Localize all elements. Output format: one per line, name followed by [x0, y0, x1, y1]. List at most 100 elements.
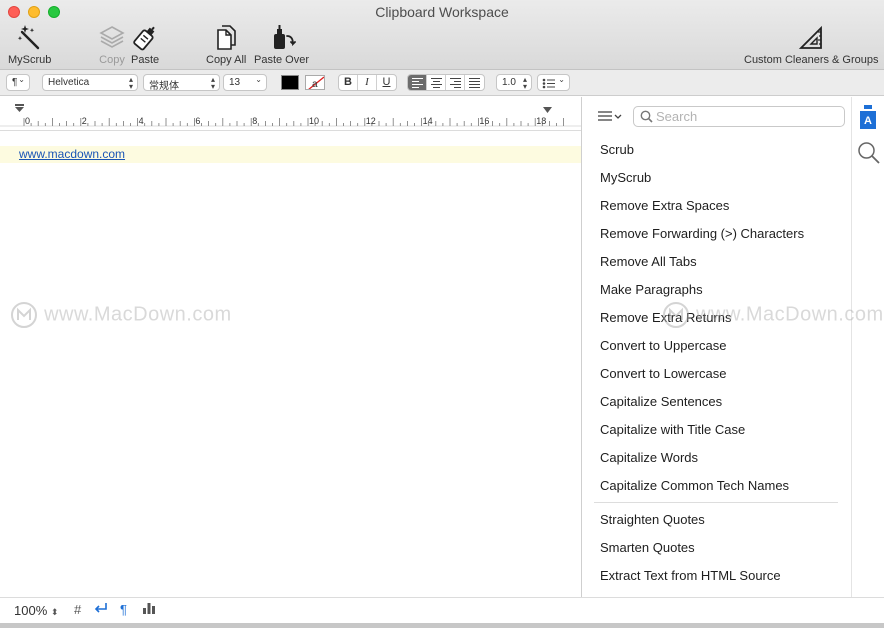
- zoom-value: 100%: [14, 603, 48, 618]
- side-rail: A: [851, 97, 884, 597]
- copy-all-button[interactable]: Copy All: [206, 22, 246, 66]
- justify-button[interactable]: [465, 75, 484, 90]
- chevron-down-icon: ⌄: [18, 75, 25, 84]
- bar-chart-icon: [143, 603, 155, 614]
- return-arrow-icon: [94, 603, 107, 613]
- line-numbers-button[interactable]: #: [74, 602, 81, 617]
- justify-icon: [469, 78, 480, 88]
- copy-stack-icon: [99, 26, 125, 48]
- document-link[interactable]: www.macdown.com: [19, 147, 125, 161]
- cleaner-command-item[interactable]: Capitalize Sentences: [600, 394, 722, 409]
- zoom-popup[interactable]: 100% ⬍: [14, 603, 58, 618]
- underline-button[interactable]: U: [377, 75, 396, 90]
- cleaner-command-item[interactable]: Capitalize Words: [600, 450, 698, 465]
- line-spacing-value: 1.0: [502, 77, 516, 88]
- search-input[interactable]: [656, 108, 841, 125]
- cleaner-command-item[interactable]: Capitalize with Title Case: [600, 422, 745, 437]
- cleaner-command-item[interactable]: Scrub: [600, 142, 634, 157]
- ruler-label: 10: [309, 116, 319, 126]
- triangle-ruler-icon: [799, 25, 823, 49]
- watermark-left: www.MacDown.com: [10, 301, 232, 329]
- window-title: Clipboard Workspace: [375, 4, 509, 20]
- watermark-right: www.MacDown.com: [662, 301, 884, 329]
- text-cleaner-icon: A: [860, 105, 876, 129]
- font-style-popup[interactable]: 常规体 ▴ ▾: [143, 74, 220, 92]
- bullet-list-icon: [542, 78, 555, 89]
- align-center-button[interactable]: [427, 75, 446, 90]
- indent-marker-icon: [15, 104, 24, 112]
- bold-button[interactable]: B: [339, 75, 358, 90]
- text-editor[interactable]: www.macdown.com: [0, 131, 581, 597]
- italic-button[interactable]: I: [358, 75, 377, 90]
- background-color-well[interactable]: a: [305, 75, 325, 90]
- align-left-button[interactable]: [408, 75, 427, 90]
- titlebar: Clipboard Workspace MyScrub Copy Paste C…: [0, 0, 884, 70]
- up-down-arrows-icon: ▴ ▾: [210, 75, 215, 91]
- copy-button[interactable]: Copy: [98, 22, 126, 66]
- ruler-label: 12: [366, 116, 376, 126]
- font-size-value: 13: [229, 77, 241, 88]
- window-bottom-edge: [0, 623, 884, 628]
- list-lines-icon: [598, 111, 622, 121]
- cleaners-tab-button[interactable]: A: [859, 105, 877, 136]
- text-color-well[interactable]: [281, 75, 299, 90]
- ruler-label: 18: [536, 116, 546, 126]
- line-spacing-popup[interactable]: 1.0 ▴ ▾: [496, 74, 532, 91]
- alignment-segmented: [407, 74, 485, 91]
- svg-text:A: A: [864, 115, 872, 127]
- cleaner-command-item[interactable]: Remove Extra Spaces: [600, 198, 729, 213]
- cleaner-command-item[interactable]: Remove All Tabs: [600, 254, 697, 269]
- ruler: 0 2 4 6 8 10 12 14 16 18: [0, 97, 581, 131]
- ruler-label: 16: [479, 116, 489, 126]
- ruler-label: 8: [252, 116, 257, 126]
- glue-bottle-icon: [133, 26, 155, 51]
- myscrub-label: MyScrub: [8, 54, 52, 66]
- paragraph-style-popup[interactable]: ¶ ⌄: [6, 74, 30, 91]
- watermark-text: www.MacDown.com: [696, 303, 884, 326]
- cleaner-command-item[interactable]: Straighten Quotes: [600, 512, 705, 527]
- font-family-value: Helvetica: [48, 77, 90, 88]
- magnifier-icon: [858, 142, 880, 164]
- cleaner-command-item[interactable]: Smarten Quotes: [600, 540, 695, 555]
- statistics-button[interactable]: [143, 602, 155, 617]
- custom-cleaners-button[interactable]: Custom Cleaners & Groups: [744, 22, 879, 66]
- paste-button[interactable]: Paste: [131, 22, 159, 66]
- invisibles-toggle-button[interactable]: ¶: [120, 602, 127, 617]
- align-left-icon: [412, 78, 423, 88]
- cleaner-command-item[interactable]: Convert to Uppercase: [600, 338, 726, 353]
- svg-text:a: a: [312, 79, 318, 90]
- documents-icon: [217, 25, 236, 50]
- search-box[interactable]: [633, 106, 845, 127]
- cleaner-command-item[interactable]: MyScrub: [600, 170, 651, 185]
- cleaner-command-item[interactable]: Capitalize Common Tech Names: [600, 478, 789, 493]
- up-down-arrows-icon: ▴ ▾: [128, 75, 133, 91]
- up-down-arrows-icon: ⬍: [50, 607, 59, 617]
- align-center-icon: [431, 78, 442, 88]
- no-color-icon: a: [308, 76, 324, 90]
- myscrub-button[interactable]: MyScrub: [8, 22, 51, 66]
- cleaner-command-item[interactable]: Extract Text from HTML Source: [600, 568, 781, 583]
- cleaner-command-item[interactable]: Convert to Lowercase: [600, 366, 726, 381]
- ruler-label: 4: [139, 116, 144, 126]
- list-view-menu[interactable]: [597, 109, 623, 125]
- status-bar: 100% ⬍ # ¶: [0, 597, 884, 623]
- watermark-text: www.MacDown.com: [44, 303, 232, 326]
- watermark-logo-icon: [11, 302, 37, 328]
- paragraph-symbol: ¶: [12, 77, 18, 88]
- cleaner-command-item[interactable]: Remove Forwarding (>) Characters: [600, 226, 804, 241]
- chevron-down-icon: ⌄: [255, 75, 262, 84]
- copy-all-label: Copy All: [206, 54, 247, 66]
- wrap-toggle-button[interactable]: [94, 602, 108, 617]
- list-style-popup[interactable]: ⌄: [537, 74, 570, 91]
- format-bar: ¶ ⌄ Helvetica ▴ ▾ 常规体 ▴ ▾ 13 ⌄ a B I U 1…: [0, 70, 884, 96]
- magic-wand-icon: [17, 25, 39, 50]
- triangle-down-icon: [543, 107, 552, 113]
- font-size-combo[interactable]: 13 ⌄: [223, 74, 267, 91]
- cleaner-command-item[interactable]: Make Paragraphs: [600, 282, 703, 297]
- font-family-popup[interactable]: Helvetica ▴ ▾: [42, 74, 138, 91]
- align-right-button[interactable]: [446, 75, 465, 90]
- search-tab-button[interactable]: [857, 141, 881, 170]
- text-style-segmented: B I U: [338, 74, 397, 91]
- custom-cleaners-label: Custom Cleaners & Groups: [744, 54, 879, 66]
- paste-over-button[interactable]: Paste Over: [254, 22, 309, 66]
